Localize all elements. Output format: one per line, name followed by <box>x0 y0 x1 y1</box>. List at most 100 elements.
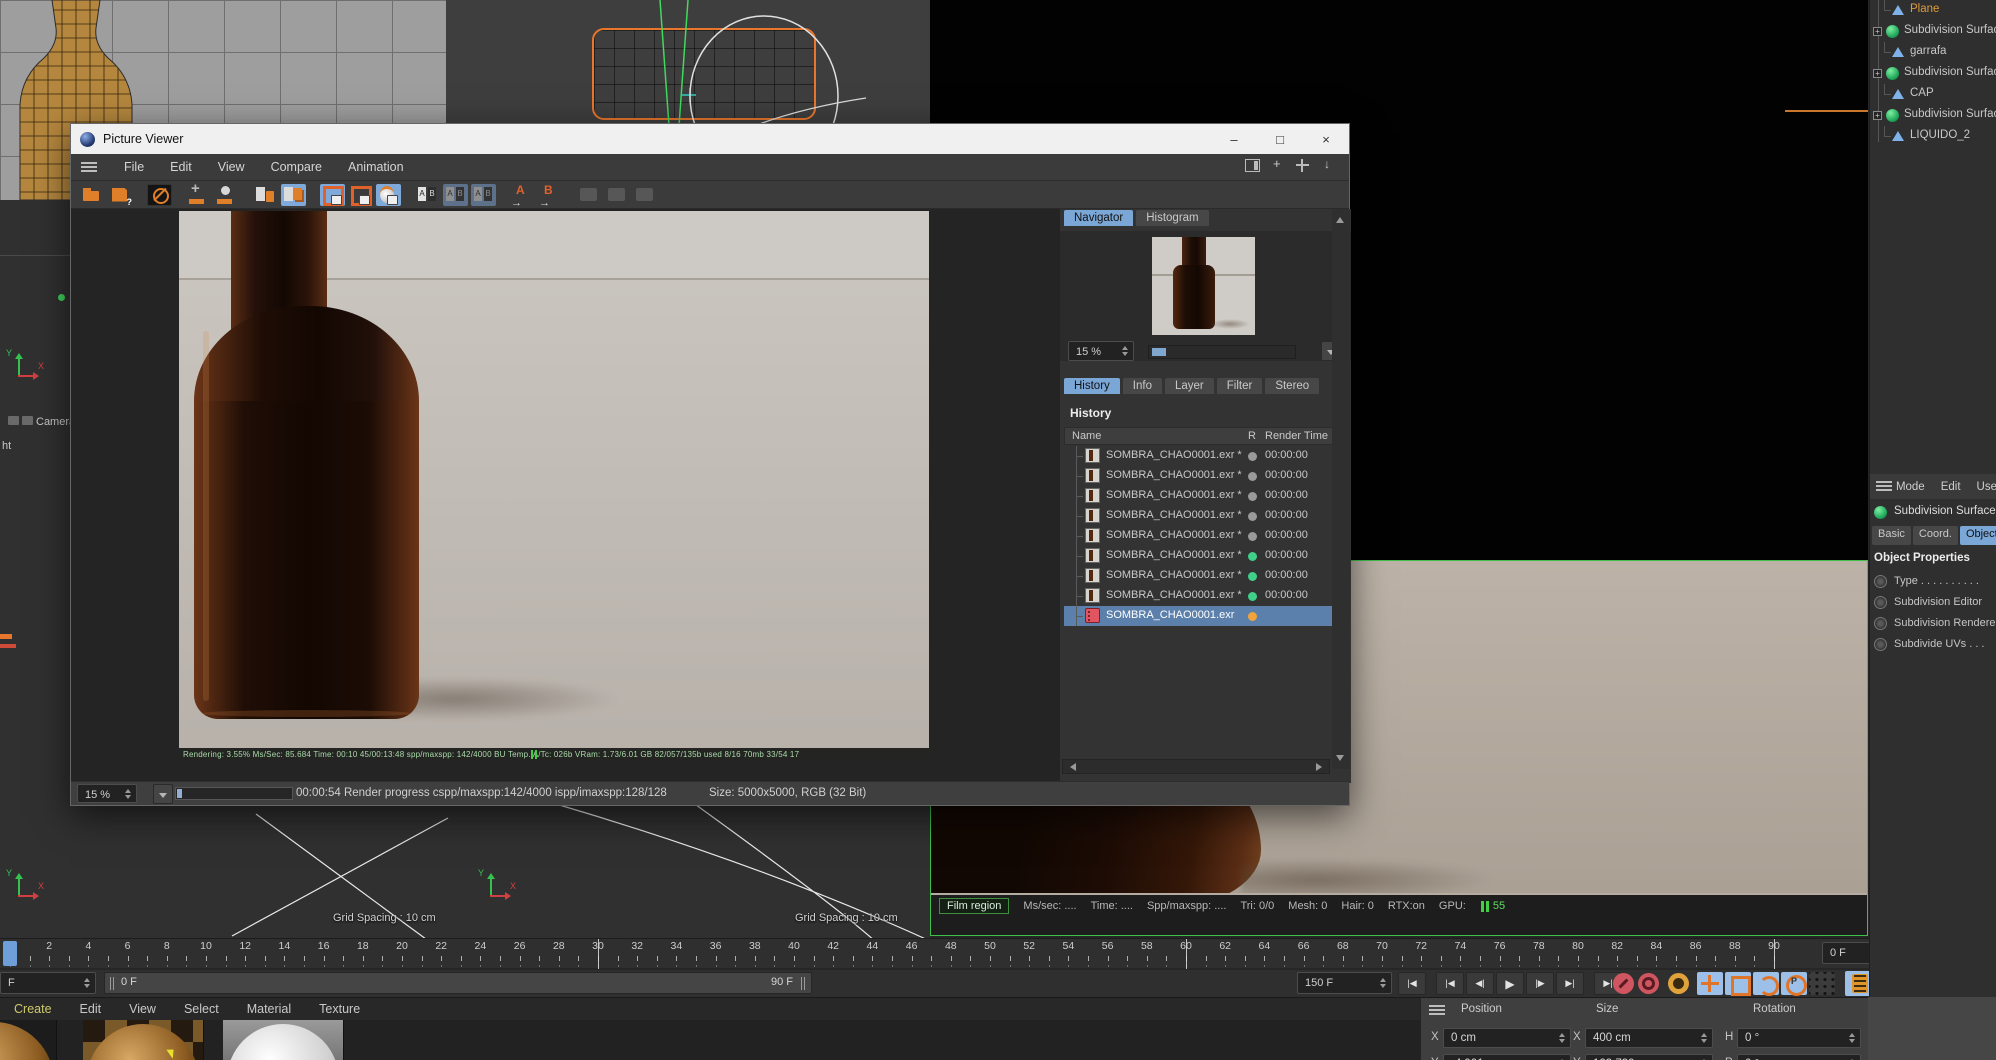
key-rotation-toggle[interactable] <box>1753 972 1779 996</box>
parameter-knob-icon[interactable] <box>1874 575 1887 588</box>
next-key-button[interactable]: ▶| <box>1556 972 1584 995</box>
spinner[interactable] <box>1697 1029 1710 1047</box>
pick-object-icon[interactable] <box>214 184 239 206</box>
expand-icon[interactable]: + <box>1873 27 1882 36</box>
minimize-button[interactable]: – <box>1211 124 1257 154</box>
history-table-header[interactable]: Name R Render Time F <box>1064 427 1342 445</box>
film-region-label[interactable]: Film region <box>939 898 1010 914</box>
tab-info[interactable]: Info <box>1122 378 1162 394</box>
coord-value-field[interactable]: 0 ° <box>1737 1054 1861 1060</box>
set-as-b-icon[interactable] <box>538 183 563 209</box>
compare-frame-a-icon[interactable] <box>320 183 345 206</box>
history-row[interactable]: SOMBRA_CHAO0001.exr * 00:00:00 <box>1064 526 1342 546</box>
zoom-slider-thumb[interactable] <box>1152 348 1166 356</box>
spinner[interactable] <box>1118 342 1131 360</box>
status-zoom-field[interactable]: 15 % <box>77 784 137 803</box>
coord-value-field[interactable]: 0 ° <box>1737 1028 1861 1048</box>
expand-icon[interactable]: + <box>1873 69 1882 78</box>
compare-ball-icon[interactable] <box>376 183 401 206</box>
horizontal-scrollbar[interactable] <box>1062 759 1330 774</box>
status-zoom-dropdown[interactable] <box>153 784 173 804</box>
menu-icon[interactable] <box>81 161 97 173</box>
key-position-toggle[interactable] <box>1697 972 1723 995</box>
attr-tab-basic[interactable]: Basic <box>1872 526 1911 545</box>
key-parameter-toggle[interactable] <box>1781 972 1807 996</box>
zoom-slider[interactable] <box>1148 345 1296 359</box>
attribute-row[interactable]: Type . . . . . . . . . . <box>1870 572 1996 593</box>
frame-field[interactable]: F <box>0 972 96 994</box>
navigator-thumbnail[interactable] <box>1152 237 1255 335</box>
set-as-a-icon[interactable] <box>510 183 535 209</box>
preview-range-slider[interactable]: 0 F 90 F <box>104 972 812 994</box>
timeline-playhead[interactable] <box>3 941 17 966</box>
compare-frame-b-icon[interactable] <box>348 184 373 206</box>
object-row-plane[interactable]: Plane <box>1870 0 1996 21</box>
add-icon[interactable] <box>1270 156 1285 172</box>
attr-tab-object[interactable]: Object <box>1959 526 1996 545</box>
menu-compare[interactable]: Compare <box>258 160 335 174</box>
material-thumbnail[interactable] <box>223 1020 344 1060</box>
timeline-ruler[interactable]: 0246810121416182022242628303234363840424… <box>0 938 1996 969</box>
menu-texture[interactable]: Texture <box>305 1002 374 1016</box>
key-pla-toggle[interactable] <box>1809 972 1835 995</box>
key-scale-toggle[interactable] <box>1725 972 1751 996</box>
parameter-knob-icon[interactable] <box>1874 596 1887 609</box>
coord-value-field[interactable]: -4.991 cm <box>1443 1054 1571 1060</box>
tab-stereo[interactable]: Stereo <box>1265 378 1320 394</box>
coord-value-field[interactable]: 400 cm <box>1585 1028 1713 1048</box>
menu-animation[interactable]: Animation <box>335 160 417 174</box>
history-row[interactable]: SOMBRA_CHAO0001.exr * 00:00:00 <box>1064 586 1342 606</box>
pan-icon[interactable] <box>1295 159 1310 172</box>
close-button[interactable]: × <box>1303 124 1349 154</box>
ab-compare-icon[interactable] <box>415 184 440 206</box>
keying-settings-button[interactable] <box>1668 973 1689 994</box>
history-row[interactable]: SOMBRA_CHAO0001.exr * 00:00:00 <box>1064 466 1342 486</box>
attribute-row[interactable]: Subdivide UVs . . . <box>1870 635 1996 656</box>
attr-menu-mode[interactable]: Mode <box>1896 481 1925 493</box>
render-clip-icon[interactable] <box>147 183 172 206</box>
menu-create[interactable]: Create <box>0 1002 66 1016</box>
delete-image-icon[interactable] <box>253 184 278 206</box>
spinner[interactable] <box>1555 1029 1568 1047</box>
tab-histogram[interactable]: Histogram <box>1136 210 1209 226</box>
next-frame-button[interactable]: |▶ <box>1526 972 1554 995</box>
spinner[interactable] <box>1845 1029 1858 1047</box>
object-row-subdivision-surface[interactable]: + Subdivision Surface <box>1870 105 1996 126</box>
menu-edit[interactable]: Edit <box>157 160 205 174</box>
menu-icon[interactable] <box>1429 1005 1445 1016</box>
expand-icon[interactable]: + <box>1873 111 1882 120</box>
spinner[interactable] <box>80 973 93 993</box>
tab-history[interactable]: History <box>1064 378 1120 394</box>
attr-menu-use[interactable]: Use <box>1977 481 1996 493</box>
menu-view[interactable]: View <box>115 1002 170 1016</box>
object-row-garrafa[interactable]: garrafa <box>1870 42 1996 63</box>
attr-menu-edit[interactable]: Edit <box>1941 481 1961 493</box>
spinner[interactable] <box>121 785 134 802</box>
attribute-row[interactable]: Subdivision Renderer <box>1870 614 1996 635</box>
goto-start-button[interactable]: |◀ <box>1398 972 1426 995</box>
menu-edit[interactable]: Edit <box>66 1002 116 1016</box>
object-row-subdivision-surface[interactable]: + Subdivision Surface <box>1870 21 1996 42</box>
attribute-row[interactable]: Subdivision Editor <box>1870 593 1996 614</box>
range-start-grip[interactable] <box>110 977 111 990</box>
length-field[interactable]: 150 F <box>1297 972 1392 994</box>
spinner[interactable] <box>1376 973 1389 993</box>
history-row[interactable]: SOMBRA_CHAO0001.exr * 00:00:00 <box>1064 566 1342 586</box>
rendered-image[interactable]: Rendering: 3.55% Ms/Sec: 85.684 Time: 00… <box>179 211 929 761</box>
attr-tab-coord[interactable]: Coord. <box>1912 526 1958 545</box>
material-thumbnail[interactable] <box>83 1020 204 1060</box>
spinner[interactable] <box>1697 1055 1710 1060</box>
save-image-icon[interactable] <box>108 184 133 207</box>
maximize-button[interactable]: □ <box>1257 124 1303 154</box>
range-end-grip[interactable] <box>801 977 802 990</box>
coord-value-field[interactable]: 123.739 cm <box>1585 1054 1713 1060</box>
record-keyframe-button[interactable] <box>1613 973 1634 994</box>
object-row-liquido-2[interactable]: LIQUIDO_2 <box>1870 126 1996 147</box>
autokey-button[interactable] <box>1638 973 1659 994</box>
prev-frame-button[interactable]: ◀| <box>1466 972 1494 995</box>
play-button[interactable]: ▶ <box>1496 972 1524 995</box>
history-row[interactable]: SOMBRA_CHAO0001.exr * 00:00:00 <box>1064 506 1342 526</box>
object-row-cap[interactable]: CAP <box>1870 84 1996 105</box>
object-row-subdivision-surface[interactable]: + Subdivision Surface <box>1870 63 1996 84</box>
title-bar[interactable]: Picture Viewer – □ × <box>71 124 1349 154</box>
